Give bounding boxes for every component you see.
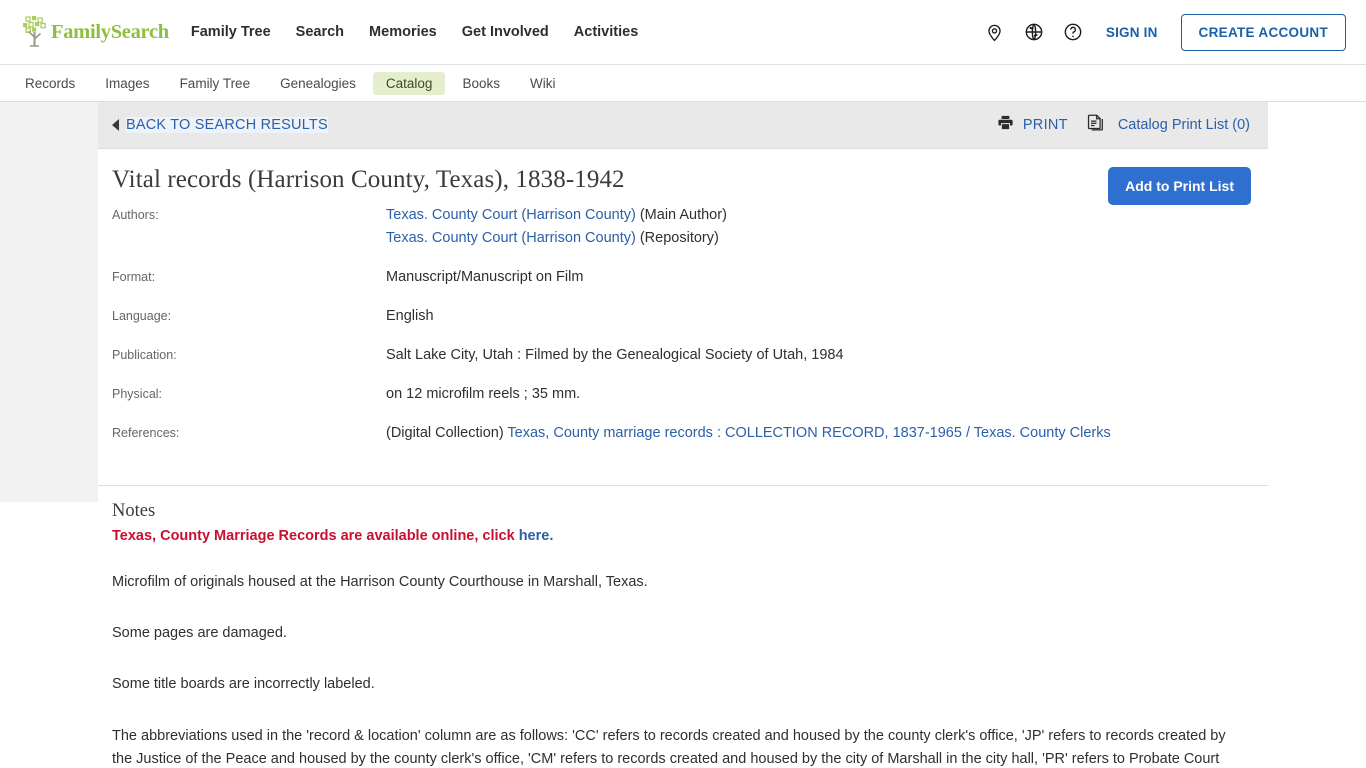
nav-item-search[interactable]: Search (296, 24, 344, 40)
table-row: Physical: on 12 microfilm reels ; 35 mm. (112, 383, 1250, 422)
notes-paragraph-2: Some pages are damaged. (112, 625, 287, 641)
nav-item-activities[interactable]: Activities (574, 24, 638, 40)
family-tree-logo-icon (18, 15, 54, 49)
record-metadata-table: Authors: Texas. County Court (Harrison C… (112, 204, 1250, 461)
sign-in-link[interactable]: SIGN IN (1106, 25, 1158, 40)
catalog-print-list-link[interactable]: Catalog Print List (0) (1118, 117, 1250, 133)
site-header: FamilySearch Family Tree Search Memories… (0, 0, 1366, 65)
table-row: References: (Digital Collection) Texas, … (112, 422, 1250, 461)
field-label-physical: Physical: (112, 387, 163, 401)
subnav-item-records[interactable]: Records (12, 72, 88, 95)
print-button[interactable]: PRINT (1023, 117, 1068, 133)
notes-highlight-link[interactable]: here. (519, 528, 554, 544)
field-label-publication: Publication: (112, 348, 177, 362)
field-value-authors: Texas. County Court (Harrison County) (M… (386, 204, 1250, 266)
create-account-button[interactable]: CREATE ACCOUNT (1180, 13, 1346, 51)
subnav-item-images[interactable]: Images (92, 72, 162, 95)
subnav-item-catalog[interactable]: Catalog (372, 71, 446, 95)
field-label-language: Language: (112, 309, 172, 323)
subnav-item-family-tree[interactable]: Family Tree (167, 72, 264, 95)
main-content: BACK TO SEARCH RESULTS PRINT Catalog Pri… (98, 102, 1268, 768)
add-to-print-list-button[interactable]: Add to Print List (1108, 167, 1251, 205)
toolbar-actions: PRINT Catalog Print List (0) (997, 113, 1250, 137)
notes-paragraph-3: Some title boards are incorrectly labele… (112, 676, 375, 692)
secondary-nav: Records Images Family Tree Genealogies C… (0, 65, 1366, 102)
author-link-main[interactable]: Texas. County Court (Harrison County) (386, 207, 636, 223)
author-line: Texas. County Court (Harrison County) (M… (386, 204, 1250, 227)
field-value-physical: on 12 microfilm reels ; 35 mm. (386, 386, 581, 402)
table-row: Format: Manuscript/Manuscript on Film (112, 266, 1250, 305)
document-list-icon[interactable] (1086, 113, 1105, 137)
familysearch-logo[interactable]: FamilySearch (18, 15, 169, 49)
field-label-format: Format: (112, 270, 156, 284)
field-value-language: English (386, 308, 434, 324)
map-pin-icon[interactable] (984, 21, 1006, 43)
references-link[interactable]: Texas, County marriage records : COLLECT… (507, 425, 1110, 441)
field-label-references: References: (112, 426, 180, 440)
left-gutter (0, 102, 98, 502)
notes-highlight-text: Texas, County Marriage Records are avail… (112, 528, 519, 544)
primary-nav: Family Tree Search Memories Get Involved… (191, 24, 638, 40)
references-prefix: (Digital Collection) (386, 425, 508, 441)
page-title: Vital records (Harrison County, Texas), … (112, 166, 625, 193)
table-row: Authors: Texas. County Court (Harrison C… (112, 204, 1250, 266)
subnav-item-books[interactable]: Books (449, 72, 513, 95)
nav-item-get-involved[interactable]: Get Involved (462, 24, 549, 40)
author-role-main: (Main Author) (635, 207, 727, 223)
nav-item-memories[interactable]: Memories (369, 24, 437, 40)
field-value-publication: Salt Lake City, Utah : Filmed by the Gen… (386, 347, 844, 363)
back-to-search-results-link[interactable]: BACK TO SEARCH RESULTS (112, 117, 328, 133)
table-row: Language: English (112, 305, 1250, 344)
notes-highlight: Texas, County Marriage Records are avail… (112, 526, 1250, 546)
record-detail-card: Vital records (Harrison County, Texas), … (98, 149, 1268, 486)
author-line: Texas. County Court (Harrison County) (R… (386, 227, 1250, 250)
notes-abbreviations-paragraph: The abbreviations used in the 'record & … (112, 728, 1226, 767)
header-actions: SIGN IN CREATE ACCOUNT (984, 13, 1346, 51)
field-value-format: Manuscript/Manuscript on Film (386, 269, 584, 285)
author-role-repository: (Repository) (635, 230, 719, 246)
back-link-label: BACK TO SEARCH RESULTS (126, 117, 328, 133)
field-label-authors: Authors: (112, 208, 159, 222)
chevron-left-icon (112, 119, 119, 131)
help-circle-icon[interactable] (1062, 21, 1084, 43)
logo-wordmark: FamilySearch (51, 20, 169, 43)
notes-section: Notes Texas, County Marriage Records are… (98, 486, 1268, 768)
printer-icon[interactable] (997, 114, 1014, 136)
nav-item-family-tree[interactable]: Family Tree (191, 24, 271, 40)
catalog-toolbar: BACK TO SEARCH RESULTS PRINT Catalog Pri… (98, 102, 1268, 149)
subnav-item-genealogies[interactable]: Genealogies (267, 72, 369, 95)
table-row: Publication: Salt Lake City, Utah : Film… (112, 344, 1250, 383)
subnav-item-wiki[interactable]: Wiki (517, 72, 569, 95)
page-body: BACK TO SEARCH RESULTS PRINT Catalog Pri… (0, 102, 1366, 768)
field-value-references: (Digital Collection) Texas, County marri… (386, 422, 1250, 461)
globe-icon[interactable] (1023, 21, 1045, 43)
notes-heading: Notes (112, 501, 156, 521)
notes-paragraph-1: Microfilm of originals housed at the Har… (112, 574, 648, 590)
author-link-repository[interactable]: Texas. County Court (Harrison County) (386, 230, 636, 246)
